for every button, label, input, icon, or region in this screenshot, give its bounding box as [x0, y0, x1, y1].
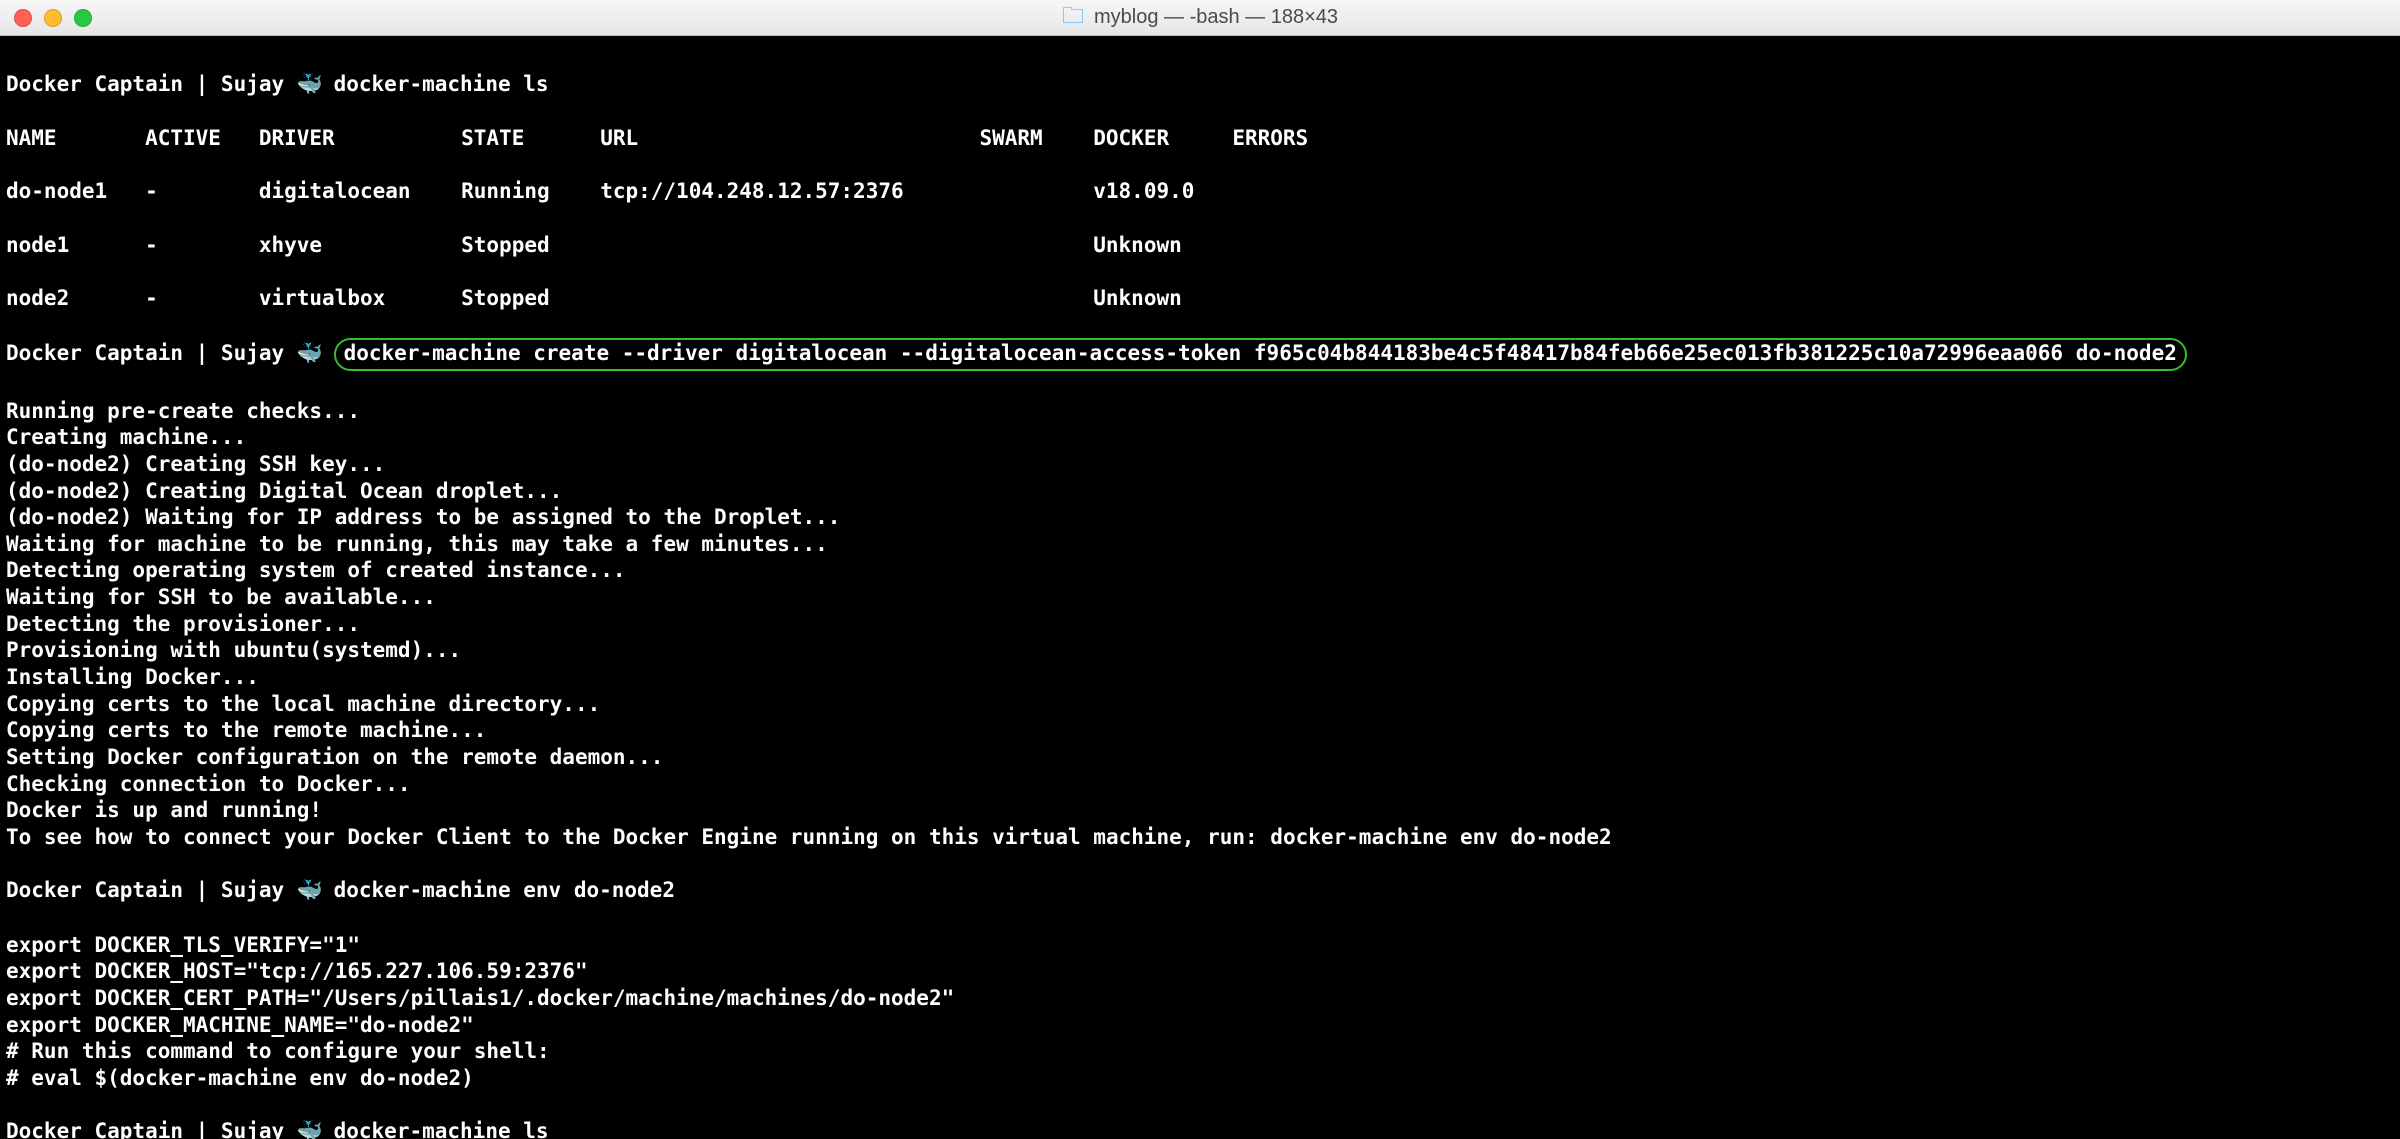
output-line: Creating machine...	[6, 424, 2394, 451]
output-line: Checking connection to Docker...	[6, 771, 2394, 798]
whale-icon	[297, 1118, 321, 1139]
output-line: Docker is up and running!	[6, 797, 2394, 824]
output-line: Detecting the provisioner...	[6, 611, 2394, 638]
whale-icon	[297, 340, 321, 368]
create-output: Running pre-create checks...Creating mac…	[6, 398, 2394, 851]
window-title: 🗀 myblog — -bash — 188×43	[1062, 0, 1338, 37]
output-line: (do-node2) Waiting for IP address to be …	[6, 504, 2394, 531]
highlighted-command: docker-machine create --driver digitaloc…	[334, 338, 2187, 371]
output-line: # eval $(docker-machine env do-node2)	[6, 1065, 2394, 1092]
prompt-line: Docker Captain | Sujay docker-machine ls	[6, 1118, 2394, 1139]
output-line: Running pre-create checks...	[6, 398, 2394, 425]
output-line: (do-node2) Creating Digital Ocean drople…	[6, 478, 2394, 505]
output-line: Copying certs to the remote machine...	[6, 717, 2394, 744]
prompt-line: Docker Captain | Sujay docker-machine ls	[6, 71, 2394, 99]
command: docker-machine ls	[334, 72, 549, 96]
prompt-label: Docker Captain | Sujay	[6, 72, 284, 96]
table-row: do-node1-digitaloceanRunningtcp://104.24…	[6, 178, 2394, 205]
prompt-line: Docker Captain | Sujay docker-machine cr…	[6, 338, 2394, 371]
folder-icon: 🗀	[1062, 0, 1084, 37]
prompt-line: Docker Captain | Sujay docker-machine en…	[6, 877, 2394, 905]
maximize-icon[interactable]	[74, 9, 92, 27]
output-line: export DOCKER_TLS_VERIFY="1"	[6, 932, 2394, 959]
close-icon[interactable]	[14, 9, 32, 27]
window-titlebar: 🗀 myblog — -bash — 188×43	[0, 0, 2400, 36]
command: docker-machine ls	[334, 1119, 549, 1139]
terminal-viewport[interactable]: Docker Captain | Sujay docker-machine ls…	[0, 36, 2400, 1139]
output-line: Installing Docker...	[6, 664, 2394, 691]
table-header: NAMEACTIVEDRIVERSTATEURLSWARMDOCKERERROR…	[6, 125, 2394, 152]
output-line: export DOCKER_MACHINE_NAME="do-node2"	[6, 1012, 2394, 1039]
whale-icon	[297, 877, 321, 905]
prompt-label: Docker Captain | Sujay	[6, 1119, 284, 1139]
output-line: Copying certs to the local machine direc…	[6, 691, 2394, 718]
minimize-icon[interactable]	[44, 9, 62, 27]
window-title-text: myblog — -bash — 188×43	[1094, 6, 1338, 29]
output-line: (do-node2) Creating SSH key...	[6, 451, 2394, 478]
table-row: node2-virtualboxStoppedUnknown	[6, 285, 2394, 312]
table-row: node1-xhyveStoppedUnknown	[6, 232, 2394, 259]
output-line: Detecting operating system of created in…	[6, 557, 2394, 584]
prompt-label: Docker Captain | Sujay	[6, 878, 284, 902]
traffic-lights	[14, 9, 92, 27]
output-line: Waiting for machine to be running, this …	[6, 531, 2394, 558]
output-line: Waiting for SSH to be available...	[6, 584, 2394, 611]
output-line: export DOCKER_HOST="tcp://165.227.106.59…	[6, 958, 2394, 985]
output-line: export DOCKER_CERT_PATH="/Users/pillais1…	[6, 985, 2394, 1012]
env-output: export DOCKER_TLS_VERIFY="1"export DOCKE…	[6, 932, 2394, 1092]
output-line: # Run this command to configure your she…	[6, 1038, 2394, 1065]
output-line: To see how to connect your Docker Client…	[6, 824, 2394, 851]
command: docker-machine env do-node2	[334, 878, 675, 902]
prompt-label: Docker Captain | Sujay	[6, 341, 284, 365]
whale-icon	[297, 71, 321, 99]
output-line: Provisioning with ubuntu(systemd)...	[6, 637, 2394, 664]
output-line: Setting Docker configuration on the remo…	[6, 744, 2394, 771]
